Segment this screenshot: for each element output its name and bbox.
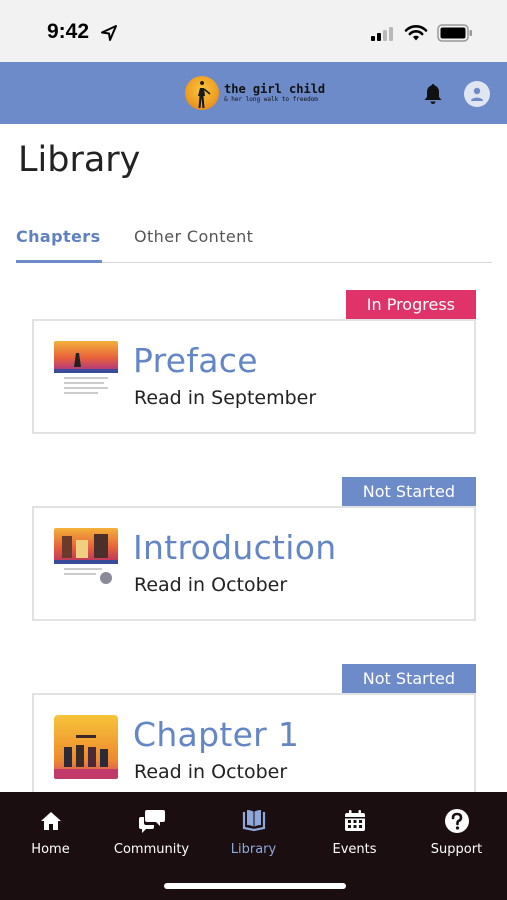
page-title: Library xyxy=(18,140,141,180)
nav-label: Home xyxy=(31,842,70,857)
chat-bubbles-icon xyxy=(138,810,165,833)
nav-label: Library xyxy=(230,842,277,857)
chapter-title: Introduction xyxy=(133,528,337,567)
tab-bar: Chapters Other Content xyxy=(16,226,492,263)
location-arrow-icon xyxy=(101,25,117,41)
home-indicator[interactable] xyxy=(164,883,346,889)
tab-chapters[interactable]: Chapters xyxy=(16,226,102,263)
chapter-subtitle: Read in October xyxy=(134,761,288,783)
bell-icon[interactable] xyxy=(421,82,445,106)
chapter-title: Preface xyxy=(133,341,258,380)
app-logo[interactable]: the girl child & her long walk to freedo… xyxy=(185,76,325,110)
avatar[interactable] xyxy=(464,81,490,107)
app-header: the girl child & her long walk to freedo… xyxy=(0,62,507,124)
logo-sun-icon xyxy=(185,76,219,110)
nav-label: Support xyxy=(430,842,483,857)
status-badge: In Progress xyxy=(345,290,476,320)
chapter-thumbnail xyxy=(54,528,118,592)
nav-item-support[interactable]: Support xyxy=(406,806,507,857)
chapter-card[interactable]: Preface Read in September xyxy=(32,319,476,434)
nav-item-events[interactable]: Events xyxy=(304,806,405,857)
logo-tagline: & her long walk to freedom xyxy=(224,95,318,103)
status-badge: Not Started xyxy=(341,477,476,507)
chapter-title: Chapter 1 xyxy=(133,715,300,754)
chapter-thumbnail xyxy=(54,341,118,405)
nav-item-community[interactable]: Community xyxy=(101,806,202,857)
nav-label: Community xyxy=(113,842,190,857)
logo-text: the girl child & her long walk to freedo… xyxy=(224,81,326,104)
status-bar: 9:42 xyxy=(0,0,507,62)
help-icon xyxy=(444,809,469,833)
status-badge: Not Started xyxy=(341,664,476,694)
battery-icon xyxy=(437,24,472,42)
chapter-card[interactable]: Chapter 1 Read in October xyxy=(32,693,476,808)
logo-title: the girl child xyxy=(224,81,326,96)
book-icon xyxy=(242,810,265,832)
tab-other-content[interactable]: Other Content xyxy=(134,226,253,263)
status-time: 9:42 xyxy=(47,20,90,43)
nav-item-home[interactable]: Home xyxy=(0,806,101,857)
chapter-subtitle: Read in September xyxy=(134,387,317,409)
wifi-icon xyxy=(404,25,428,41)
calendar-icon xyxy=(344,810,365,831)
chapter-card[interactable]: Introduction Read in October xyxy=(32,506,476,621)
chapter-thumbnail xyxy=(54,715,118,779)
home-icon xyxy=(40,812,61,830)
nav-item-library[interactable]: Library xyxy=(203,806,304,857)
signal-icon xyxy=(371,26,393,41)
user-icon xyxy=(471,87,483,101)
nav-label: Events xyxy=(332,842,377,857)
chapter-subtitle: Read in October xyxy=(134,574,288,596)
